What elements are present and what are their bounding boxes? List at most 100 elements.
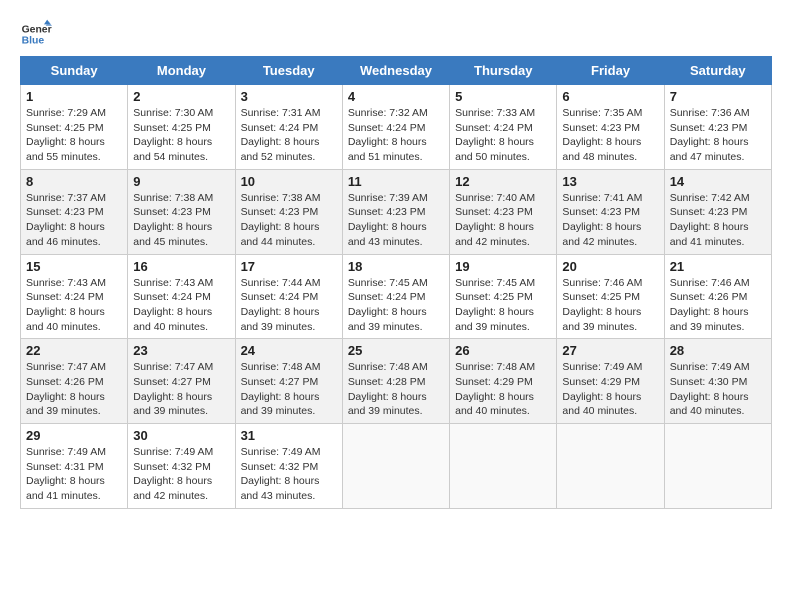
day-number: 25 [348,343,444,358]
day-number: 11 [348,174,444,189]
day-info: Sunrise: 7:32 AMSunset: 4:24 PMDaylight:… [348,106,444,165]
day-info: Sunrise: 7:47 AMSunset: 4:27 PMDaylight:… [133,360,229,419]
day-number: 8 [26,174,122,189]
day-info: Sunrise: 7:36 AMSunset: 4:23 PMDaylight:… [670,106,766,165]
page: General Blue SundayMondayTuesdayWednesda… [0,0,792,612]
calendar-cell: 14 Sunrise: 7:42 AMSunset: 4:23 PMDayligh… [664,169,771,254]
calendar-cell: 1 Sunrise: 7:29 AMSunset: 4:25 PMDaylight… [21,85,128,170]
day-info: Sunrise: 7:33 AMSunset: 4:24 PMDaylight:… [455,106,551,165]
day-number: 12 [455,174,551,189]
day-number: 15 [26,259,122,274]
day-number: 31 [241,428,337,443]
day-info: Sunrise: 7:49 AMSunset: 4:29 PMDaylight:… [562,360,658,419]
calendar-cell: 15 Sunrise: 7:43 AMSunset: 4:24 PMDayligh… [21,254,128,339]
calendar-cell: 21Sunrise: 7:46 AMSunset: 4:26 PMDayligh… [664,254,771,339]
calendar-table: SundayMondayTuesdayWednesdayThursdayFrid… [20,56,772,509]
day-number: 7 [670,89,766,104]
calendar-cell [557,424,664,509]
calendar-cell: 29 Sunrise: 7:49 AMSunset: 4:31 PMDayligh… [21,424,128,509]
day-number: 18 [348,259,444,274]
day-info: Sunrise: 7:45 AMSunset: 4:25 PMDaylight:… [455,276,551,335]
calendar-cell: 20Sunrise: 7:46 AMSunset: 4:25 PMDayligh… [557,254,664,339]
day-info: Sunrise: 7:45 AMSunset: 4:24 PMDaylight:… [348,276,444,335]
weekday-header-tuesday: Tuesday [235,57,342,85]
day-number: 10 [241,174,337,189]
weekday-header-thursday: Thursday [450,57,557,85]
day-info: Sunrise: 7:47 AMSunset: 4:26 PMDaylight:… [26,360,122,419]
day-number: 19 [455,259,551,274]
day-info: Sunrise: 7:37 AMSunset: 4:23 PMDaylight:… [26,191,122,250]
day-info: Sunrise: 7:43 AMSunset: 4:24 PMDaylight:… [26,276,122,335]
day-number: 1 [26,89,122,104]
weekday-header-monday: Monday [128,57,235,85]
day-number: 5 [455,89,551,104]
calendar-cell: 12Sunrise: 7:40 AMSunset: 4:23 PMDayligh… [450,169,557,254]
calendar-cell: 7 Sunrise: 7:36 AMSunset: 4:23 PMDaylight… [664,85,771,170]
calendar-cell: 8 Sunrise: 7:37 AMSunset: 4:23 PMDaylight… [21,169,128,254]
day-number: 30 [133,428,229,443]
calendar-week-row: 8 Sunrise: 7:37 AMSunset: 4:23 PMDaylight… [21,169,772,254]
day-number: 29 [26,428,122,443]
day-number: 24 [241,343,337,358]
day-number: 22 [26,343,122,358]
calendar-cell [664,424,771,509]
day-info: Sunrise: 7:41 AMSunset: 4:23 PMDaylight:… [562,191,658,250]
calendar-cell: 19 Sunrise: 7:45 AMSunset: 4:25 PMDayligh… [450,254,557,339]
calendar-cell: 4Sunrise: 7:32 AMSunset: 4:24 PMDaylight… [342,85,449,170]
calendar-cell: 25Sunrise: 7:48 AMSunset: 4:28 PMDayligh… [342,339,449,424]
day-info: Sunrise: 7:43 AMSunset: 4:24 PMDaylight:… [133,276,229,335]
calendar-week-row: 15 Sunrise: 7:43 AMSunset: 4:24 PMDayligh… [21,254,772,339]
day-info: Sunrise: 7:38 AMSunset: 4:23 PMDaylight:… [241,191,337,250]
weekday-header-saturday: Saturday [664,57,771,85]
day-number: 2 [133,89,229,104]
day-number: 3 [241,89,337,104]
calendar-cell: 31 Sunrise: 7:49 AMSunset: 4:32 PMDayligh… [235,424,342,509]
day-number: 14 [670,174,766,189]
day-info: Sunrise: 7:49 AMSunset: 4:30 PMDaylight:… [670,360,766,419]
calendar-cell: 22 Sunrise: 7:47 AMSunset: 4:26 PMDayligh… [21,339,128,424]
day-info: Sunrise: 7:30 AMSunset: 4:25 PMDaylight:… [133,106,229,165]
calendar-cell: 17 Sunrise: 7:44 AMSunset: 4:24 PMDayligh… [235,254,342,339]
calendar-week-row: 29 Sunrise: 7:49 AMSunset: 4:31 PMDayligh… [21,424,772,509]
day-number: 28 [670,343,766,358]
calendar-cell: 2 Sunrise: 7:30 AMSunset: 4:25 PMDaylight… [128,85,235,170]
day-info: Sunrise: 7:49 AMSunset: 4:31 PMDaylight:… [26,445,122,504]
calendar-cell: 24 Sunrise: 7:48 AMSunset: 4:27 PMDayligh… [235,339,342,424]
calendar-cell: 28 Sunrise: 7:49 AMSunset: 4:30 PMDayligh… [664,339,771,424]
calendar-week-row: 1 Sunrise: 7:29 AMSunset: 4:25 PMDaylight… [21,85,772,170]
calendar-week-row: 22 Sunrise: 7:47 AMSunset: 4:26 PMDayligh… [21,339,772,424]
calendar-cell: 23 Sunrise: 7:47 AMSunset: 4:27 PMDayligh… [128,339,235,424]
weekday-header-wednesday: Wednesday [342,57,449,85]
calendar-cell [342,424,449,509]
day-number: 9 [133,174,229,189]
day-number: 13 [562,174,658,189]
day-number: 17 [241,259,337,274]
calendar-cell: 16 Sunrise: 7:43 AMSunset: 4:24 PMDayligh… [128,254,235,339]
weekday-header-friday: Friday [557,57,664,85]
day-info: Sunrise: 7:39 AMSunset: 4:23 PMDaylight:… [348,191,444,250]
day-info: Sunrise: 7:31 AMSunset: 4:24 PMDaylight:… [241,106,337,165]
day-info: Sunrise: 7:48 AMSunset: 4:29 PMDaylight:… [455,360,551,419]
day-number: 26 [455,343,551,358]
day-info: Sunrise: 7:38 AMSunset: 4:23 PMDaylight:… [133,191,229,250]
day-info: Sunrise: 7:46 AMSunset: 4:26 PMDaylight:… [670,276,766,335]
weekday-header-sunday: Sunday [21,57,128,85]
calendar-cell: 30Sunrise: 7:49 AMSunset: 4:32 PMDayligh… [128,424,235,509]
calendar-cell: 26 Sunrise: 7:48 AMSunset: 4:29 PMDayligh… [450,339,557,424]
calendar-cell: 5 Sunrise: 7:33 AMSunset: 4:24 PMDaylight… [450,85,557,170]
day-info: Sunrise: 7:29 AMSunset: 4:25 PMDaylight:… [26,106,122,165]
day-info: Sunrise: 7:42 AMSunset: 4:23 PMDaylight:… [670,191,766,250]
calendar-cell [450,424,557,509]
calendar-cell: 18 Sunrise: 7:45 AMSunset: 4:24 PMDayligh… [342,254,449,339]
header: General Blue [20,18,772,50]
svg-text:General: General [22,24,52,35]
calendar-cell: 27Sunrise: 7:49 AMSunset: 4:29 PMDayligh… [557,339,664,424]
day-number: 16 [133,259,229,274]
day-info: Sunrise: 7:44 AMSunset: 4:24 PMDaylight:… [241,276,337,335]
weekday-header-row: SundayMondayTuesdayWednesdayThursdayFrid… [21,57,772,85]
day-number: 23 [133,343,229,358]
day-info: Sunrise: 7:48 AMSunset: 4:27 PMDaylight:… [241,360,337,419]
day-number: 20 [562,259,658,274]
logo: General Blue [20,18,52,50]
day-info: Sunrise: 7:49 AMSunset: 4:32 PMDaylight:… [241,445,337,504]
